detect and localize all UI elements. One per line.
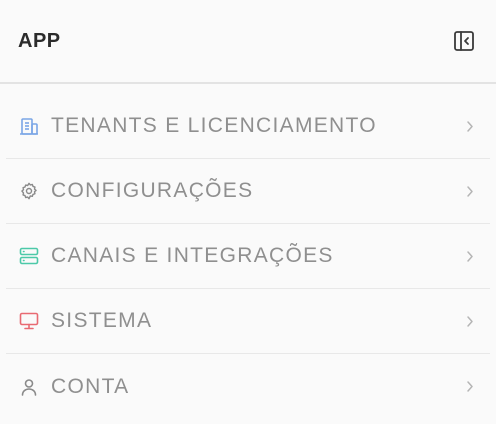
chevron-right-icon — [464, 380, 476, 394]
user-icon — [18, 376, 40, 398]
menu-item-label: CANAIS E INTEGRAÇÕES — [51, 244, 334, 267]
monitor-icon — [18, 310, 40, 332]
menu-item-label: CONFIGURAÇÕES — [51, 179, 254, 202]
chevron-right-icon — [464, 184, 476, 198]
chevron-right-icon — [464, 249, 476, 263]
chevron-right-icon — [464, 314, 476, 328]
chevron-right-icon — [464, 119, 476, 133]
gear-icon — [18, 180, 40, 202]
sidebar-header: APP — [0, 0, 496, 84]
sidebar: APP TENANTS E LICENCIAMENTO CONFIGURAÇÕE… — [0, 0, 496, 424]
app-title: APP — [18, 29, 61, 52]
menu-list: TENANTS E LICENCIAMENTO CONFIGURAÇÕES CA… — [0, 84, 496, 419]
server-icon — [18, 245, 40, 267]
menu-item-canais[interactable]: CANAIS E INTEGRAÇÕES — [6, 224, 490, 289]
menu-item-configuracoes[interactable]: CONFIGURAÇÕES — [6, 159, 490, 224]
sidebar-collapse-icon[interactable] — [452, 29, 476, 53]
menu-item-label: SISTEMA — [51, 309, 153, 332]
menu-item-conta[interactable]: CONTA — [6, 354, 490, 419]
menu-item-label: TENANTS E LICENCIAMENTO — [51, 114, 377, 137]
menu-item-sistema[interactable]: SISTEMA — [6, 289, 490, 354]
menu-item-tenants[interactable]: TENANTS E LICENCIAMENTO — [6, 94, 490, 159]
building-icon — [18, 115, 40, 137]
menu-item-label: CONTA — [51, 374, 130, 398]
